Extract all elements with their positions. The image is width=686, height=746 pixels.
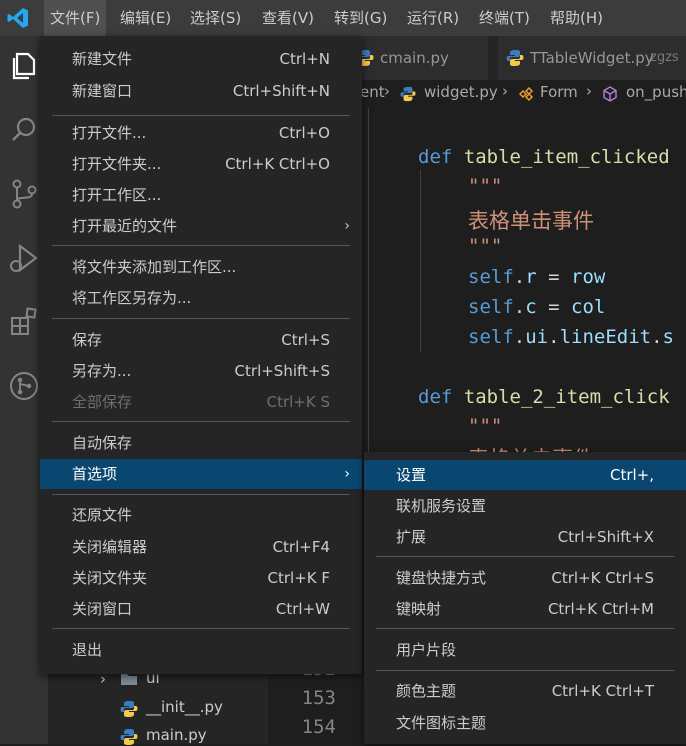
menu-view[interactable]: 查看(V) <box>256 0 320 36</box>
extensions-icon[interactable] <box>6 304 42 340</box>
menu-item-file-icon-theme[interactable]: 文件图标主题 <box>364 708 686 738</box>
tab-label: cmain.py <box>380 49 449 67</box>
menu-item-user-snippets[interactable]: 用户片段 <box>364 635 686 665</box>
menu-item-color-theme[interactable]: 颜色主题 Ctrl+K Ctrl+T <box>364 676 686 706</box>
run-debug-icon[interactable] <box>6 240 42 276</box>
menu-separator <box>376 628 674 629</box>
menu-item-save-workspace-as[interactable]: 将工作区另存为... <box>40 283 362 313</box>
menu-item-close-editor[interactable]: 关闭编辑器 Ctrl+F4 <box>40 532 362 562</box>
python-file-icon <box>120 701 138 717</box>
source-control-icon[interactable] <box>6 176 42 212</box>
folder-icon <box>121 674 137 685</box>
menu-item-save-as[interactable]: 另存为... Ctrl+Shift+S <box>40 356 362 386</box>
tab-label: TTableWidget.py <box>530 49 654 67</box>
python-file-icon <box>120 729 138 745</box>
menu-file[interactable]: 文件(F) <box>44 0 107 36</box>
python-file-icon <box>506 50 524 66</box>
explorer-icon[interactable] <box>6 48 42 84</box>
menu-item-extensions[interactable]: 扩展 Ctrl+Shift+X <box>364 522 686 552</box>
code-line: """ <box>468 175 503 197</box>
menu-separator <box>52 628 350 629</box>
preferences-submenu: 设置 Ctrl+, 联机服务设置 扩展 Ctrl+Shift+X 键盘快捷方式 Ctr… <box>364 452 686 744</box>
tab-cmain[interactable]: cmain.py <box>348 36 489 80</box>
menu-edit[interactable]: 编辑(E) <box>114 0 177 36</box>
breadcrumb-segment[interactable]: widget.py <box>424 83 498 101</box>
vscode-logo-icon <box>7 8 28 28</box>
code-line: self.c = col <box>468 296 606 318</box>
menu-item-add-folder-to-workspace[interactable]: 将文件夹添加到工作区... <box>40 252 362 282</box>
code-line: self.ui.lineEdit.s <box>468 326 674 348</box>
menu-item-keymaps[interactable]: 键映射 Ctrl+K Ctrl+M <box>364 594 686 624</box>
menu-item-new-window[interactable]: 新建窗口 Ctrl+Shift+N <box>40 76 362 106</box>
menu-go[interactable]: 转到(G) <box>328 0 393 36</box>
chevron-right-icon: › <box>344 218 350 234</box>
menu-run[interactable]: 运行(R) <box>401 0 465 36</box>
menu-separator <box>52 318 350 319</box>
chevron-right-icon: › <box>384 82 390 100</box>
menu-bar: 文件(F) 编辑(E) 选择(S) 查看(V) 转到(G) 运行(R) 终端(T… <box>0 0 686 36</box>
code-line: """ <box>468 415 503 437</box>
menu-item-close-window[interactable]: 关闭窗口 Ctrl+W <box>40 594 362 624</box>
tree-item-init-py[interactable]: __init__.py <box>146 698 223 716</box>
menu-separator <box>52 494 350 495</box>
menu-item-auto-save[interactable]: 自动保存 <box>40 428 362 458</box>
tab-description: zgzs <box>650 50 679 65</box>
menu-separator <box>52 245 350 246</box>
menu-separator <box>52 421 350 422</box>
menu-item-new-file[interactable]: 新建文件 Ctrl+N <box>40 44 362 74</box>
tab-ttablewidget[interactable]: TTableWidget.py zgzs <box>498 36 686 80</box>
menu-separator <box>52 115 350 116</box>
menu-item-settings[interactable]: 设置 Ctrl+, <box>364 460 686 490</box>
menu-help[interactable]: 帮助(H) <box>544 0 609 36</box>
python-file-icon <box>400 86 416 102</box>
chevron-right-icon: › <box>502 82 508 100</box>
breadcrumb-segment[interactable]: on_push <box>626 83 686 101</box>
code-line: 表格单击事件 <box>468 209 594 233</box>
menu-separator <box>376 670 674 671</box>
file-menu: 新建文件 Ctrl+N 新建窗口 Ctrl+Shift+N 打开文件... Ctrl+… <box>40 36 362 674</box>
line-number: 153 <box>301 687 336 709</box>
class-icon <box>518 86 534 102</box>
menu-terminal[interactable]: 终端(T) <box>473 0 536 36</box>
code-line: self.r = row <box>468 266 606 288</box>
breadcrumb-segment[interactable]: Form <box>540 83 578 101</box>
git-graph-icon[interactable] <box>6 368 42 404</box>
chevron-right-icon: › <box>344 466 350 482</box>
menu-item-preferences[interactable]: 首选项 › <box>40 459 362 489</box>
breadcrumb-segment[interactable]: ent <box>360 83 385 101</box>
code-token: table_item_clicked <box>463 146 670 168</box>
menu-item-open-file[interactable]: 打开文件... Ctrl+O <box>40 118 362 148</box>
code-line: """ <box>468 235 503 257</box>
menu-item-save-all: 全部保存 Ctrl+K S <box>72 393 330 411</box>
code-line: def table_item_clicked <box>418 146 670 168</box>
line-number: 154 <box>301 716 336 738</box>
menu-item-save[interactable]: 保存 Ctrl+S <box>40 325 362 355</box>
menu-item-keyboard-shortcuts[interactable]: 键盘快捷方式 Ctrl+K Ctrl+S <box>364 563 686 593</box>
code-line: def table_2_item_click <box>418 386 670 408</box>
menu-item-revert-file[interactable]: 还原文件 <box>40 500 362 530</box>
menu-item-open-folder[interactable]: 打开文件夹... Ctrl+K Ctrl+O <box>40 149 362 179</box>
menu-item-online-services-settings[interactable]: 联机服务设置 <box>364 491 686 521</box>
menu-item-open-recent[interactable]: 打开最近的文件 › <box>40 211 362 241</box>
menu-separator <box>376 556 674 557</box>
menu-item-exit[interactable]: 退出 <box>40 635 362 665</box>
indent-guide <box>420 170 421 352</box>
menu-selection[interactable]: 选择(S) <box>184 0 247 36</box>
menu-item-close-folder[interactable]: 关闭文件夹 Ctrl+K F <box>40 563 362 593</box>
chevron-right-icon: › <box>586 82 592 100</box>
tree-item-main-py[interactable]: main.py <box>146 726 207 744</box>
menu-item-open-workspace[interactable]: 打开工作区... <box>40 180 362 210</box>
search-icon[interactable] <box>6 112 42 148</box>
method-icon <box>603 86 617 102</box>
